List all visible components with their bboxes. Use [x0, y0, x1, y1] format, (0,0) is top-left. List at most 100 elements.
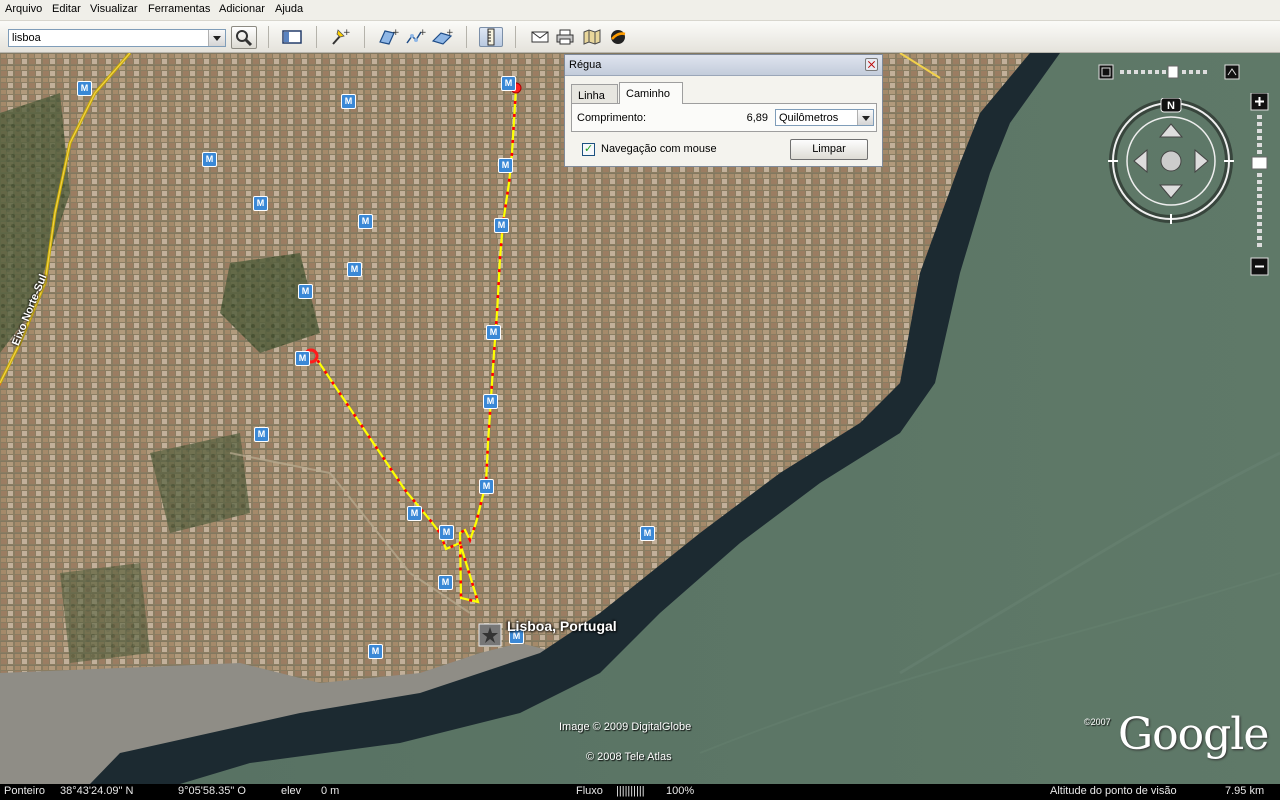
- google-logo: Google: [1118, 709, 1269, 760]
- print-button[interactable]: [554, 27, 576, 47]
- metro-station-icon[interactable]: M: [295, 351, 310, 366]
- print-icon: [556, 29, 574, 45]
- toolbar-separator: [268, 26, 269, 48]
- search-input[interactable]: [9, 30, 212, 46]
- menu-ferramentas[interactable]: Ferramentas: [148, 3, 210, 15]
- tab-linha[interactable]: Linha: [571, 84, 618, 104]
- email-icon: [531, 31, 549, 43]
- image-overlay-icon: +: [431, 28, 453, 45]
- add-placemark-button[interactable]: +: [329, 27, 351, 47]
- toolbar-separator: [466, 26, 467, 48]
- pan-right-icon[interactable]: [1194, 148, 1209, 174]
- metro-station-icon[interactable]: M: [438, 575, 453, 590]
- data-credit: © 2008 Tele Atlas: [586, 751, 672, 763]
- mouse-navigation-checkbox[interactable]: [582, 142, 595, 156]
- unit-select[interactable]: Quilômetros: [775, 109, 874, 126]
- chevron-down-icon[interactable]: [857, 110, 873, 125]
- zoom-slider[interactable]: [1250, 93, 1270, 278]
- pan-up-icon[interactable]: [1158, 123, 1184, 138]
- logo-year: ©2007: [1084, 717, 1111, 727]
- metro-station-icon[interactable]: M: [439, 525, 454, 540]
- close-icon[interactable]: [865, 58, 878, 71]
- ruler-titlebar[interactable]: Régua: [565, 55, 882, 76]
- metro-station-icon[interactable]: M: [494, 218, 509, 233]
- eye-altitude-value: 7.95 km: [1225, 785, 1265, 797]
- toolbar-separator: [364, 26, 365, 48]
- image-overlay-button[interactable]: +: [431, 27, 453, 47]
- svg-text:+: +: [392, 28, 399, 38]
- menu-editar[interactable]: Editar: [52, 3, 81, 15]
- map-icon: [583, 29, 601, 45]
- pointer-longitude: 9°05'58.35" O: [178, 785, 246, 797]
- metro-station-icon[interactable]: M: [298, 284, 313, 299]
- view-in-maps-button[interactable]: [581, 27, 603, 47]
- metro-station-icon[interactable]: M: [347, 262, 362, 277]
- metro-station-icon[interactable]: M: [341, 94, 356, 109]
- place-star-icon[interactable]: [478, 623, 502, 647]
- unit-select-value: Quilômetros: [779, 112, 839, 124]
- metro-station-icon[interactable]: M: [358, 214, 373, 229]
- metro-station-icon[interactable]: M: [253, 196, 268, 211]
- stream-label: Fluxo: [576, 785, 603, 797]
- length-value: 6,89: [746, 112, 768, 124]
- svg-text:+: +: [343, 28, 351, 38]
- mouse-navigation-label: Navegação com mouse: [601, 143, 717, 155]
- pan-joystick-icon[interactable]: [1160, 150, 1182, 172]
- path-icon: +: [406, 28, 426, 44]
- length-label: Comprimento:: [577, 112, 647, 124]
- menu-ajuda[interactable]: Ajuda: [275, 3, 303, 15]
- clear-button[interactable]: Limpar: [790, 139, 868, 160]
- pan-down-icon[interactable]: [1158, 184, 1184, 199]
- placemark-icon: +: [332, 28, 351, 45]
- add-polygon-button[interactable]: +: [377, 27, 399, 47]
- zoom-handle[interactable]: [1251, 156, 1268, 170]
- search-combobox[interactable]: [8, 29, 226, 47]
- pointer-latitude: 38°43'24.09" N: [60, 785, 134, 797]
- metro-station-icon[interactable]: M: [77, 81, 92, 96]
- metro-station-icon[interactable]: M: [407, 506, 422, 521]
- eye-altitude-label: Altitude do ponto de visão: [1050, 785, 1177, 797]
- svg-text:+: +: [419, 28, 426, 38]
- imagery-credit: Image © 2009 DigitalGlobe: [559, 721, 692, 733]
- menu-bar: Arquivo Editar Visualizar Ferramentas Ad…: [0, 0, 1280, 21]
- add-path-button[interactable]: +: [404, 27, 426, 47]
- metro-station-icon[interactable]: M: [640, 526, 655, 541]
- email-button[interactable]: [529, 27, 551, 47]
- sidebar-toggle-button[interactable]: [281, 27, 303, 47]
- menu-adicionar[interactable]: Adicionar: [219, 3, 265, 15]
- elevation-value: 0 m: [321, 785, 340, 797]
- menu-visualizar[interactable]: Visualizar: [90, 3, 138, 15]
- ruler-icon: [487, 28, 495, 46]
- polygon-icon: +: [379, 28, 399, 45]
- pointer-label: Ponteiro: [4, 785, 45, 797]
- metro-station-icon[interactable]: M: [486, 325, 501, 340]
- place-label[interactable]: Lisboa, Portugal: [507, 618, 617, 634]
- search-button[interactable]: [231, 26, 257, 49]
- tab-caminho[interactable]: Caminho: [619, 82, 683, 104]
- elevation-label: elev: [281, 785, 302, 797]
- metro-station-icon[interactable]: M: [498, 158, 513, 173]
- ruler-dialog: Régua Linha Caminho Comprimento: 6,89 Qu…: [564, 54, 883, 167]
- metro-station-icon[interactable]: M: [368, 644, 383, 659]
- metro-station-icon[interactable]: M: [202, 152, 217, 167]
- metro-station-icon[interactable]: M: [479, 479, 494, 494]
- status-bar: Ponteiro 38°43'24.09" N 9°05'58.35" O el…: [0, 784, 1280, 800]
- ruler-panel: Comprimento: 6,89 Quilômetros: [571, 103, 877, 132]
- menu-arquivo[interactable]: Arquivo: [5, 3, 42, 15]
- planet-icon: [611, 30, 626, 44]
- pan-left-icon[interactable]: [1133, 148, 1148, 174]
- sidebar-icon: [282, 30, 302, 44]
- metro-station-icon[interactable]: M: [483, 394, 498, 409]
- ruler-title: Régua: [569, 59, 602, 71]
- ruler-button[interactable]: [479, 27, 503, 47]
- compass-north-label[interactable]: N: [1167, 100, 1175, 112]
- search-icon: [236, 30, 253, 47]
- navigation-compass[interactable]: N: [1108, 98, 1234, 224]
- metro-station-icon[interactable]: M: [254, 427, 269, 442]
- search-dropdown-button[interactable]: [208, 30, 225, 46]
- tilt-slider[interactable]: [1098, 63, 1243, 81]
- sky-switch-button[interactable]: [607, 27, 629, 47]
- toolbar: + + + +: [0, 21, 1280, 53]
- metro-station-icon[interactable]: M: [501, 76, 516, 91]
- toolbar-separator: [316, 26, 317, 48]
